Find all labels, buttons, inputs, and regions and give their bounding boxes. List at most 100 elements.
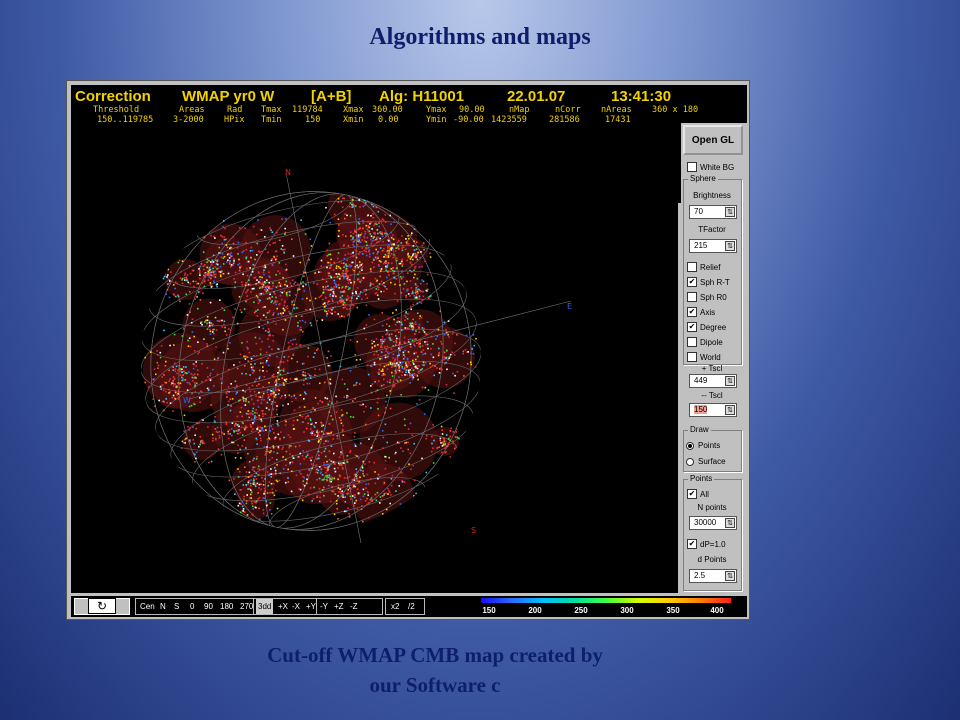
axis-label: Axis — [700, 307, 716, 317]
minus-z-button[interactable]: -Z — [350, 599, 358, 614]
colorbar-ticks: 150 200 250 300 350 400 — [481, 606, 731, 616]
colorbar-tick: 150 — [482, 606, 496, 615]
checkmark-icon[interactable]: ✔ — [687, 307, 697, 317]
spin-icon[interactable]: ⇅ — [725, 241, 735, 251]
tfactor-field[interactable]: 215 ⇅ — [689, 239, 737, 253]
spin-icon[interactable]: ⇅ — [725, 518, 735, 528]
checkbox-icon[interactable] — [687, 162, 697, 172]
dipole-label: Dipole — [700, 337, 723, 347]
all-label: All — [700, 489, 709, 499]
npoints-value: 30000 — [694, 518, 717, 527]
colorbar-tick: 350 — [666, 606, 680, 615]
date-label: 22.01.07 — [507, 88, 566, 105]
areas-label: Areas — [179, 105, 205, 115]
view-s-button[interactable]: S — [174, 599, 179, 614]
algorithm-label: Alg: H11001 — [379, 88, 465, 105]
view-180-button[interactable]: 180 — [220, 599, 233, 614]
ymax-label: Ymax — [426, 105, 447, 115]
world-checkbox[interactable]: World — [687, 352, 721, 362]
axis-checkbox[interactable]: ✔ Axis — [687, 307, 715, 317]
refresh-button[interactable]: ↻ — [74, 598, 130, 615]
degree-checkbox[interactable]: ✔ Degree — [687, 322, 726, 332]
checkmark-icon[interactable]: ✔ — [687, 277, 697, 287]
caption-line-2: our Software c — [369, 673, 501, 697]
software-window: Correction WMAP yr0 W [A+B] Alg: H11001 … — [66, 80, 750, 620]
zoom-controls: x2 /2 — [385, 598, 425, 615]
3d-toggle-button[interactable]: 3dd — [256, 599, 274, 614]
spin-icon[interactable]: ⇅ — [725, 207, 735, 217]
sphere-viewport[interactable]: N S W E Ap — [71, 123, 678, 593]
radio-icon[interactable] — [686, 441, 694, 450]
points-radio[interactable]: Points — [686, 441, 720, 450]
east-marker: E — [567, 302, 572, 311]
dp-checkbox[interactable]: ✔ dP=1.0 — [687, 539, 726, 549]
checkbox-icon[interactable] — [687, 337, 697, 347]
sph-rt-checkbox[interactable]: ✔ Sph R-T — [687, 277, 730, 287]
plus-y-button[interactable]: +Y — [306, 599, 316, 614]
zoom-in-button[interactable]: x2 — [391, 599, 399, 614]
colorbar-tick: 400 — [710, 606, 724, 615]
checkbox-icon[interactable] — [687, 262, 697, 272]
opengl-button[interactable]: Open GL — [683, 125, 743, 155]
sphere-render[interactable]: N S W E Ap — [71, 123, 678, 593]
all-checkbox[interactable]: ✔ All — [687, 489, 709, 499]
brightness-label: Brightness — [693, 191, 731, 200]
nmap-label: nMap — [509, 105, 530, 115]
minus-y-button[interactable]: -Y — [320, 599, 328, 614]
dpoints-field[interactable]: 2.5 ⇅ — [689, 569, 737, 583]
checkbox-icon[interactable] — [687, 292, 697, 302]
minus-x-button[interactable]: -X — [292, 599, 300, 614]
view-0-button[interactable]: 0 — [190, 599, 194, 614]
axis-view-controls: 3dd +X -X +Y -Y +Z -Z — [253, 598, 383, 615]
checkbox-icon[interactable] — [687, 352, 697, 362]
tscl-minus-value: 150 — [694, 405, 708, 414]
view-270-button[interactable]: 270 — [240, 599, 253, 614]
checkmark-icon[interactable]: ✔ — [687, 489, 697, 499]
spin-icon[interactable]: ⇅ — [725, 376, 735, 386]
north-marker: N — [285, 168, 291, 177]
colorbar-tick: 250 — [574, 606, 588, 615]
slide-title: Algorithms and maps — [369, 24, 591, 50]
tscl-minus-field[interactable]: 150 ⇅ — [689, 403, 737, 417]
threshold-label: Threshold — [93, 105, 140, 115]
tfactor-value: 215 — [694, 241, 708, 250]
sph-r0-label: Sph R0 — [700, 292, 727, 302]
dipole-checkbox[interactable]: Dipole — [687, 337, 723, 347]
colorbar-tick: 200 — [528, 606, 542, 615]
temperature-colorbar: 150 200 250 300 350 400 — [481, 597, 731, 617]
header-title-row: Correction WMAP yr0 W [A+B] Alg: H11001 … — [75, 88, 747, 106]
xmax-value: 360.00 — [372, 105, 403, 115]
colorbar-gradient — [481, 598, 731, 603]
draw-group-label: Draw — [688, 425, 711, 434]
slide-caption: Cut-off WMAP CMB map created by our Soft… — [150, 640, 720, 700]
checkmark-icon[interactable]: ✔ — [687, 322, 697, 332]
npoints-field[interactable]: 30000 ⇅ — [689, 516, 737, 530]
ncorr-label: nCorr — [555, 105, 581, 115]
rad-label: Rad — [227, 105, 243, 115]
sphere-group-label: Sphere — [688, 174, 718, 183]
white-bg-checkbox[interactable]: White BG — [687, 162, 734, 172]
relief-checkbox[interactable]: Relief — [687, 262, 720, 272]
sph-r0-checkbox[interactable]: Sph R0 — [687, 292, 727, 302]
tmax-label: Tmax — [261, 105, 282, 115]
points-radio-label: Points — [698, 441, 721, 450]
tscl-plus-field[interactable]: 449 ⇅ — [689, 374, 737, 388]
axis-marker: Ap — [323, 474, 334, 483]
view-90-button[interactable]: 90 — [204, 599, 213, 614]
view-n-button[interactable]: N — [160, 599, 166, 614]
plus-x-button[interactable]: +X — [278, 599, 288, 614]
checkmark-icon[interactable]: ✔ — [687, 539, 697, 549]
surface-radio[interactable]: Surface — [686, 457, 726, 466]
sph-rt-label: Sph R-T — [700, 277, 730, 287]
spin-icon[interactable]: ⇅ — [725, 571, 735, 581]
control-panel: Open GL White BG Sphere Brightness 70 ⇅ T… — [681, 123, 747, 593]
white-bg-label: White BG — [700, 162, 735, 172]
plus-z-button[interactable]: +Z — [334, 599, 344, 614]
brightness-field[interactable]: 70 ⇅ — [689, 205, 737, 219]
spin-icon[interactable]: ⇅ — [725, 405, 735, 415]
radio-icon[interactable] — [686, 457, 694, 466]
relief-label: Relief — [700, 262, 721, 272]
points-group-label: Points — [688, 474, 715, 483]
zoom-out-button[interactable]: /2 — [408, 599, 415, 614]
dataset-label: WMAP yr0 W — [182, 88, 275, 105]
